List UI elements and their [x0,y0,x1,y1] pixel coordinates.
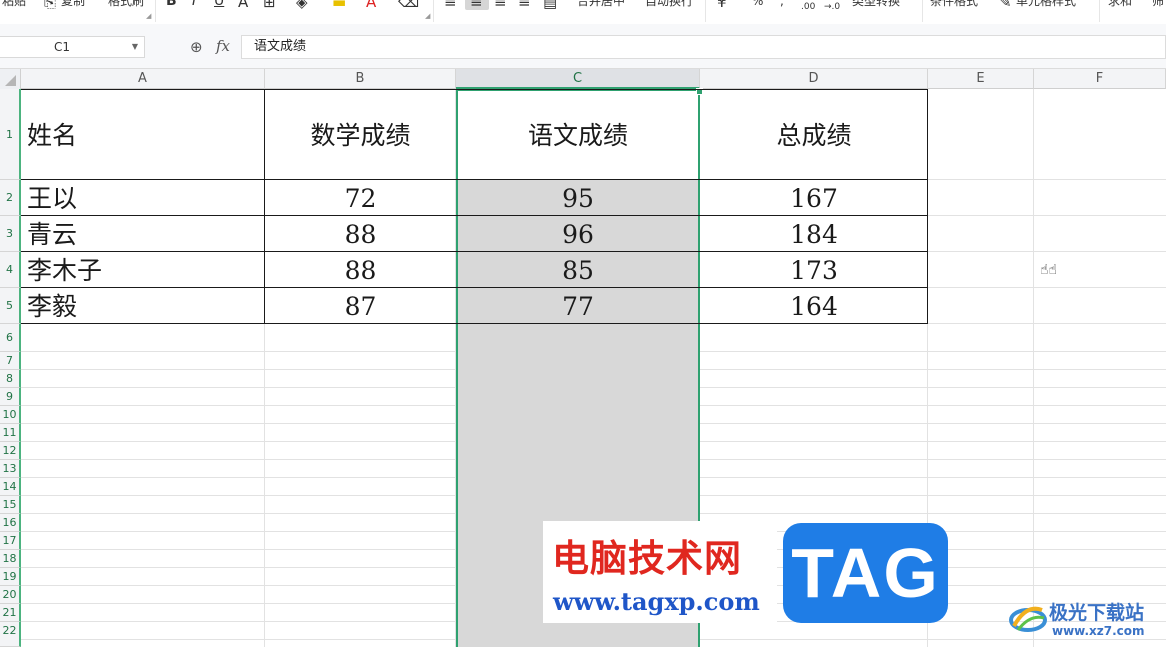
bold-button[interactable]: B [166,0,177,9]
cell-b3[interactable]: 88 [265,217,456,253]
row-header-19[interactable]: 19 [0,568,21,586]
name-box[interactable]: C1 ▼ [0,36,145,58]
row-header-14[interactable]: 14 [0,478,21,496]
row-header-11[interactable]: 11 [0,424,21,442]
align-center-icon[interactable]: ≡ [470,0,483,10]
cell-c1[interactable]: 语文成绩 [458,118,698,154]
chevron-down-icon[interactable]: ▼ [132,37,138,57]
cell-d3[interactable]: 184 [700,217,928,253]
ribbon-toolbar: 粘贴 ⎘ 复制 格式刷 ◢ B I U A ⊞ ◈ ▬ A ⌫ ◢ ≡ ≡ ≡ … [0,0,1166,25]
increase-decimal-button[interactable]: .00 [801,0,815,15]
watermark-brand2-title: 极光下载站 [1049,602,1145,624]
row-header-16[interactable]: 16 [0,514,21,532]
cell-d1[interactable]: 总成绩 [700,118,928,154]
row-header-6[interactable]: 6 [0,324,21,352]
underline-button[interactable]: U [214,0,224,9]
cell-b5[interactable]: 87 [265,289,456,325]
clipboard-dialog-icon[interactable]: ◢ [146,12,151,20]
paste-button[interactable]: 粘贴 [2,0,26,9]
row-header-15[interactable]: 15 [0,496,21,514]
clear-format-icon[interactable]: ⌫ [398,0,419,10]
watermark-tag-logo: TAG [783,523,948,623]
cell-style-button[interactable]: 单元格样式 [1016,0,1076,9]
cell-d5[interactable]: 164 [700,289,928,325]
formula-input[interactable]: 语文成绩 [241,35,1166,59]
cell-a2[interactable]: 王以 [21,181,264,217]
thousands-button[interactable]: , [780,0,784,9]
row-header-21[interactable]: 21 [0,604,21,622]
watermark-site-title: 电脑技术网 [552,537,742,580]
table-border [21,179,928,180]
cell-b4[interactable]: 88 [265,253,456,289]
row-header-18[interactable]: 18 [0,550,21,568]
sum-button[interactable]: 求和 [1108,0,1132,9]
row-header-17[interactable]: 17 [0,532,21,550]
row-header-2[interactable]: 2 [0,180,21,216]
strikethrough-icon[interactable]: A [238,0,248,10]
formula-bar: C1 ▼ ⊕ fx 语文成绩 [0,24,1166,69]
merge-center-button[interactable]: 合并居中 [577,0,625,9]
cell-a1[interactable]: 姓名 [21,118,264,154]
fx-icon[interactable]: fx [216,37,230,55]
borders-icon[interactable]: ⊞ [263,0,276,10]
cell-style-icon[interactable]: ✎ [999,0,1012,10]
copy-button[interactable]: 复制 [61,0,85,9]
cell-reference: C1 [54,40,71,54]
cell-c3[interactable]: 96 [458,217,698,253]
watermark-site-url: www.tagxp.com [553,587,760,616]
distributed-icon[interactable]: ▤ [543,0,557,10]
cell-c4[interactable]: 85 [458,253,698,289]
row-header-8[interactable]: 8 [0,370,21,388]
row-header-10[interactable]: 10 [0,406,21,424]
select-all-corner[interactable] [0,69,21,89]
column-header-f[interactable]: F [1034,69,1166,89]
decrease-decimal-button[interactable]: →.0 [824,0,840,15]
row-header-4[interactable]: 4 [0,252,21,288]
hand-cursor-icon: ☝☝ [1040,262,1058,278]
row-header-3[interactable]: 3 [0,216,21,252]
cell-a3[interactable]: 青云 [21,217,264,253]
highlight-icon[interactable]: ▬ [332,0,346,10]
column-header-d[interactable]: D [700,69,928,89]
conditional-format-button[interactable]: 条件格式 [930,0,978,9]
row-header-9[interactable]: 9 [0,388,21,406]
row-header-7[interactable]: 7 [0,352,21,370]
row-header-20[interactable]: 20 [0,586,21,604]
cell-c2[interactable]: 95 [458,181,698,217]
row-header-5[interactable]: 5 [0,288,21,324]
align-left-icon[interactable]: ≡ [444,0,457,10]
row-header-12[interactable]: 12 [0,442,21,460]
column-header-e[interactable]: E [928,69,1034,89]
format-painter-button[interactable]: 格式刷 [108,0,144,9]
row-header-13[interactable]: 13 [0,460,21,478]
filter-button[interactable]: 筛 [1152,0,1164,9]
column-header-c[interactable]: C [456,69,700,89]
table-border-top [21,89,928,90]
italic-button[interactable]: I [192,0,196,9]
cell-a5[interactable]: 李毅 [21,289,264,325]
fill-color-icon[interactable]: ◈ [296,0,308,10]
zoom-icon[interactable]: ⊕ [190,38,203,56]
copy-icon[interactable]: ⎘ [44,0,56,10]
cell-c5[interactable]: 77 [458,289,698,325]
column-header-b[interactable]: B [265,69,456,89]
percent-button[interactable]: % [752,0,763,9]
cell-d2[interactable]: 167 [700,181,928,217]
font-color-icon[interactable]: A [366,0,376,10]
font-dialog-icon[interactable]: ◢ [425,12,430,20]
align-right-icon[interactable]: ≡ [494,0,507,10]
cell-a4[interactable]: 李木子 [21,253,264,289]
cell-d4[interactable]: 173 [700,253,928,289]
currency-icon[interactable]: ¥ [717,0,727,10]
wrap-text-button[interactable]: 自动换行 [645,0,693,9]
row-header-22[interactable]: 22 [0,622,21,647]
justify-icon[interactable]: ≡ [518,0,531,10]
cell-b2[interactable]: 72 [265,181,456,217]
cell-b1[interactable]: 数学成绩 [265,118,456,154]
row-header-1[interactable]: 1 [0,89,21,180]
aurora-logo-icon [1009,606,1047,632]
column-header-a[interactable]: A [21,69,265,89]
type-convert-button[interactable]: 类型转换 [852,0,900,9]
watermark-brand2-url: www.xz7.com [1052,624,1145,638]
